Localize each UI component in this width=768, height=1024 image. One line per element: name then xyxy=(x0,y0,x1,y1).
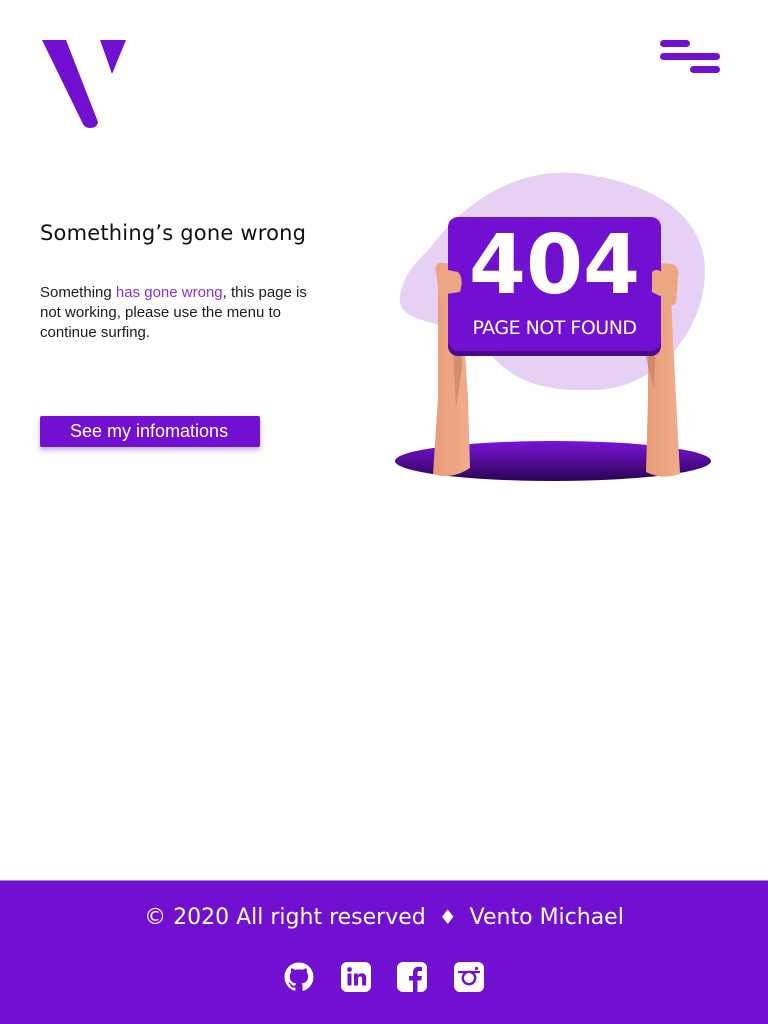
error-title: Something’s gone wrong xyxy=(40,221,307,245)
see-informations-button[interactable]: See my infomations xyxy=(40,416,260,447)
author-name: Vento Michael xyxy=(469,905,624,930)
sign-caption: PAGE NOT FOUND xyxy=(472,317,637,339)
copyright-label: © 2020 All right reserved xyxy=(144,905,426,930)
linkedin-icon xyxy=(340,962,371,992)
facebook-icon xyxy=(397,962,428,992)
instagram-icon xyxy=(453,962,484,992)
menu-bar-middle xyxy=(660,53,720,60)
error-description: Something has gone wrong, this page is n… xyxy=(40,283,325,343)
home-logo[interactable] xyxy=(40,40,126,128)
footer: © 2020 All right reserved ♦ Vento Michae… xyxy=(0,880,768,1024)
hamburger-menu-button[interactable] xyxy=(658,38,722,76)
social-links xyxy=(0,961,768,993)
404-illustration: 404 PAGE NOT FOUND xyxy=(390,168,720,488)
description-highlight: has gone wrong xyxy=(115,284,223,301)
sign-code: 404 xyxy=(468,218,641,313)
github-icon xyxy=(284,962,314,991)
menu-bar-top xyxy=(660,40,690,47)
instagram-link[interactable] xyxy=(453,961,485,993)
facebook-link[interactable] xyxy=(396,961,428,993)
copyright-text: © 2020 All right reserved ♦ Vento Michae… xyxy=(0,905,768,930)
diamond-separator: ♦ xyxy=(438,905,457,929)
linkedin-link[interactable] xyxy=(340,961,372,993)
v-logo-icon xyxy=(42,40,126,128)
github-link[interactable] xyxy=(283,961,315,993)
menu-bar-bottom xyxy=(690,66,720,73)
description-prefix: Something xyxy=(40,284,116,301)
